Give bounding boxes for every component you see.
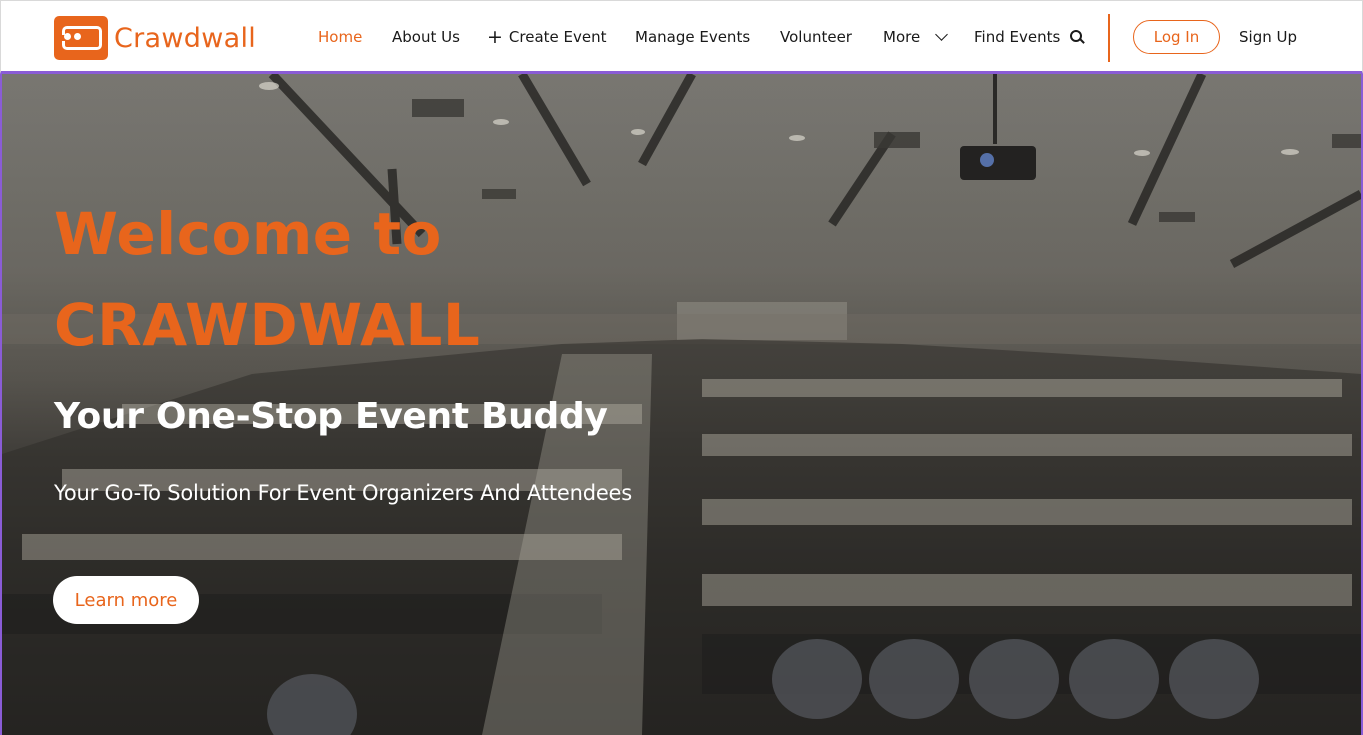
learn-more-button[interactable]: Learn more: [53, 576, 199, 624]
nav-item-volunteer[interactable]: Volunteer: [780, 26, 852, 48]
signup-link[interactable]: Sign Up: [1239, 26, 1297, 48]
hero-subtitle: Your One-Stop Event Buddy: [54, 396, 608, 437]
search-icon: [1070, 30, 1084, 44]
nav-item-label: Create Event: [508, 28, 607, 46]
nav-item-label: Home: [318, 28, 363, 46]
nav-item-manage-events[interactable]: Manage Events: [635, 26, 750, 48]
nav-item-label: Manage Events: [635, 28, 751, 46]
nav-item-about-us[interactable]: About Us: [392, 26, 460, 48]
nav-item-home[interactable]: Home: [318, 26, 362, 48]
login-button[interactable]: Log In: [1133, 20, 1220, 54]
chevron-down-icon: [935, 28, 949, 41]
nav-item-find-events[interactable]: Find Events: [974, 26, 1084, 48]
nav-item-label: Find Events: [974, 28, 1061, 46]
nav-item-label: More: [883, 28, 921, 46]
hero-tagline: Your Go-To Solution For Event Organizers…: [54, 481, 633, 505]
hero-title-line1: Welcome to: [54, 200, 442, 268]
nav-divider: [1108, 14, 1110, 62]
plus-icon: +: [487, 26, 503, 48]
signup-label: Sign Up: [1239, 28, 1297, 46]
nav-item-label: About Us: [392, 28, 460, 46]
nav-item-more-dropdown[interactable]: More: [883, 26, 949, 48]
brand-logo[interactable]: Crawdwall: [54, 16, 256, 60]
nav-item-create-event[interactable]: + Create Event: [487, 26, 607, 48]
hero-title-line2: CRAWDWALL: [54, 291, 481, 359]
top-navbar: Crawdwall Home About Us + Create Event M…: [0, 0, 1363, 74]
brand-name: Crawdwall: [114, 22, 257, 54]
hero-section: Welcome to CRAWDWALL Your One-Stop Event…: [0, 74, 1363, 735]
nav-item-label: Volunteer: [780, 28, 852, 46]
crawdwall-logo-icon: [54, 16, 108, 60]
